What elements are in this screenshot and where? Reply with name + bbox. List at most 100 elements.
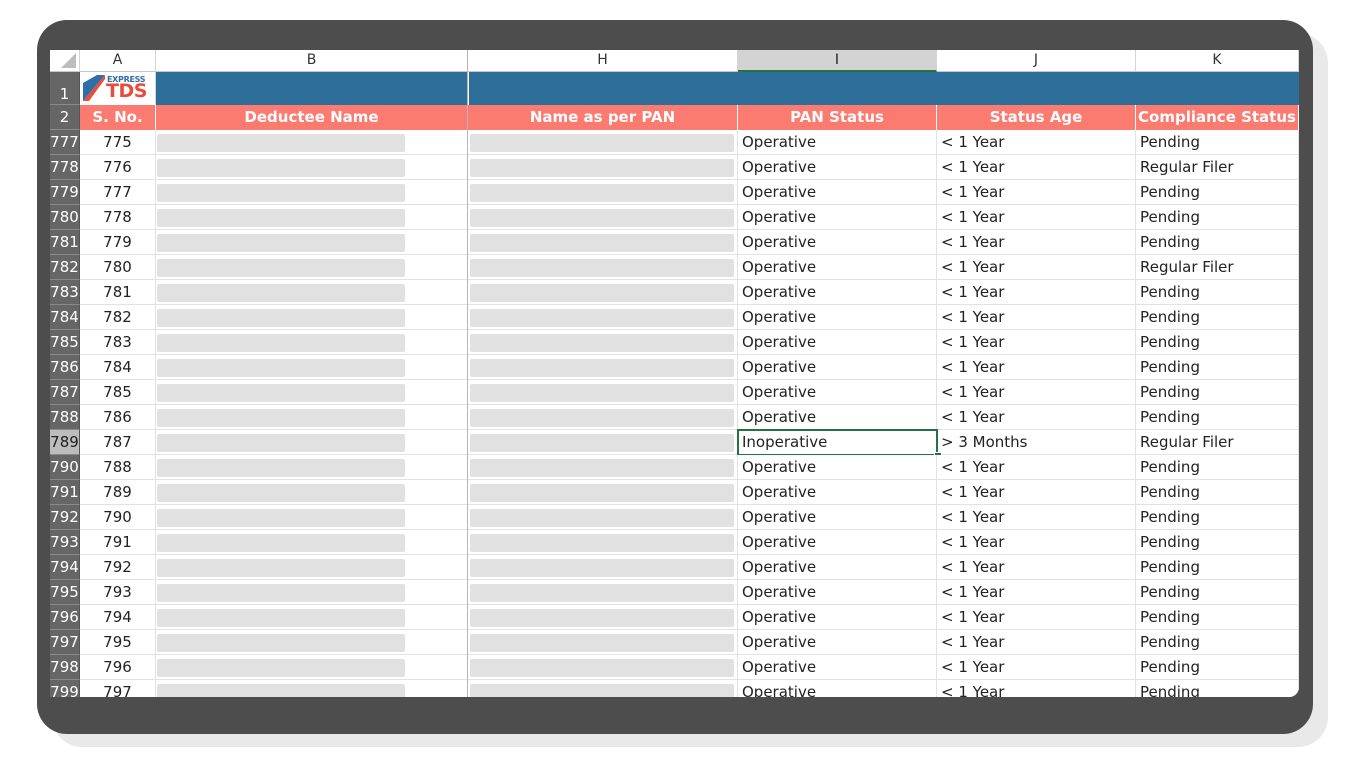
cell-pan-status[interactable]: Operative — [738, 530, 937, 555]
row-number[interactable]: 782 — [50, 255, 80, 280]
cell-compliance-status[interactable]: Pending — [1136, 605, 1299, 630]
cell-deductee-name-redacted[interactable] — [156, 330, 468, 355]
cell-compliance-status[interactable]: Pending — [1136, 130, 1299, 155]
cell-sno[interactable]: 776 — [80, 155, 156, 180]
logo-cell[interactable]: EXPRESS TDS — [80, 72, 156, 105]
cell-deductee-name-redacted[interactable] — [156, 380, 468, 405]
row-number[interactable]: 779 — [50, 180, 80, 205]
cell-pan-status[interactable]: Operative — [738, 480, 937, 505]
cell-status-age[interactable]: < 1 Year — [937, 380, 1136, 405]
active-cell-selection[interactable] — [737, 429, 938, 456]
title-band[interactable] — [156, 72, 468, 105]
cell-status-age[interactable]: < 1 Year — [937, 630, 1136, 655]
cell-status-age[interactable]: < 1 Year — [937, 280, 1136, 305]
cell-name-as-per-pan-redacted[interactable] — [468, 505, 738, 530]
cell-sno[interactable]: 787 — [80, 430, 156, 455]
cell-deductee-name-redacted[interactable] — [156, 230, 468, 255]
row-number[interactable]: 794 — [50, 555, 80, 580]
cell-name-as-per-pan-redacted[interactable] — [468, 130, 738, 155]
cell-status-age[interactable]: < 1 Year — [937, 680, 1136, 697]
cell-compliance-status[interactable]: Pending — [1136, 405, 1299, 430]
cell-deductee-name-redacted[interactable] — [156, 405, 468, 430]
column-title-h[interactable]: Name as per PAN — [468, 105, 738, 130]
column-title-i[interactable]: PAN Status — [738, 105, 937, 130]
cell-pan-status[interactable]: Operative — [738, 155, 937, 180]
row-number[interactable]: 798 — [50, 655, 80, 680]
cell-sno[interactable]: 782 — [80, 305, 156, 330]
cell-sno[interactable]: 791 — [80, 530, 156, 555]
cell-deductee-name-redacted[interactable] — [156, 305, 468, 330]
cell-pan-status[interactable]: Operative — [738, 280, 937, 305]
cell-compliance-status[interactable]: Pending — [1136, 330, 1299, 355]
cell-sno[interactable]: 788 — [80, 455, 156, 480]
row-number[interactable]: 781 — [50, 230, 80, 255]
cell-pan-status[interactable]: Operative — [738, 680, 937, 697]
cell-pan-status[interactable]: Operative — [738, 330, 937, 355]
cell-status-age[interactable]: < 1 Year — [937, 305, 1136, 330]
cell-sno[interactable]: 779 — [80, 230, 156, 255]
cell-deductee-name-redacted[interactable] — [156, 530, 468, 555]
cell-pan-status[interactable]: Operative — [738, 130, 937, 155]
cell-status-age[interactable]: < 1 Year — [937, 230, 1136, 255]
cell-sno[interactable]: 794 — [80, 605, 156, 630]
cell-status-age[interactable]: < 1 Year — [937, 655, 1136, 680]
row-number[interactable]: 777 — [50, 130, 80, 155]
cell-name-as-per-pan-redacted[interactable] — [468, 180, 738, 205]
column-header-a[interactable]: A — [80, 50, 156, 72]
cell-compliance-status[interactable]: Pending — [1136, 655, 1299, 680]
cell-compliance-status[interactable]: Pending — [1136, 205, 1299, 230]
cell-deductee-name-redacted[interactable] — [156, 655, 468, 680]
cell-deductee-name-redacted[interactable] — [156, 555, 468, 580]
cell-name-as-per-pan-redacted[interactable] — [468, 480, 738, 505]
cell-sno[interactable]: 795 — [80, 630, 156, 655]
cell-deductee-name-redacted[interactable] — [156, 130, 468, 155]
cell-pan-status[interactable]: Operative — [738, 605, 937, 630]
cell-compliance-status[interactable]: Pending — [1136, 355, 1299, 380]
cell-name-as-per-pan-redacted[interactable] — [468, 655, 738, 680]
row-number[interactable]: 1 — [50, 72, 80, 105]
row-number[interactable]: 788 — [50, 405, 80, 430]
cell-pan-status[interactable]: Operative — [738, 205, 937, 230]
cell-compliance-status[interactable]: Regular Filer — [1136, 430, 1299, 455]
row-number[interactable]: 784 — [50, 305, 80, 330]
column-header-i[interactable]: I — [738, 50, 937, 72]
cell-compliance-status[interactable]: Pending — [1136, 305, 1299, 330]
cell-status-age[interactable]: < 1 Year — [937, 180, 1136, 205]
row-number[interactable]: 793 — [50, 530, 80, 555]
cell-compliance-status[interactable]: Regular Filer — [1136, 155, 1299, 180]
cell-compliance-status[interactable]: Pending — [1136, 380, 1299, 405]
cell-status-age[interactable]: < 1 Year — [937, 330, 1136, 355]
cell-pan-status[interactable]: Operative — [738, 180, 937, 205]
row-number[interactable]: 799 — [50, 680, 80, 697]
cell-name-as-per-pan-redacted[interactable] — [468, 280, 738, 305]
cell-sno[interactable]: 777 — [80, 180, 156, 205]
column-title-b[interactable]: Deductee Name — [156, 105, 468, 130]
cell-deductee-name-redacted[interactable] — [156, 205, 468, 230]
row-number[interactable]: 787 — [50, 380, 80, 405]
cell-deductee-name-redacted[interactable] — [156, 180, 468, 205]
cell-deductee-name-redacted[interactable] — [156, 455, 468, 480]
cell-name-as-per-pan-redacted[interactable] — [468, 605, 738, 630]
column-title-j[interactable]: Status Age — [937, 105, 1136, 130]
select-all-corner[interactable] — [50, 50, 80, 72]
cell-sno[interactable]: 781 — [80, 280, 156, 305]
cell-compliance-status[interactable]: Pending — [1136, 680, 1299, 697]
cell-sno[interactable]: 775 — [80, 130, 156, 155]
cell-sno[interactable]: 783 — [80, 330, 156, 355]
cell-compliance-status[interactable]: Pending — [1136, 280, 1299, 305]
cell-name-as-per-pan-redacted[interactable] — [468, 305, 738, 330]
cell-name-as-per-pan-redacted[interactable] — [468, 355, 738, 380]
row-number[interactable]: 778 — [50, 155, 80, 180]
cell-status-age[interactable]: < 1 Year — [937, 130, 1136, 155]
cell-name-as-per-pan-redacted[interactable] — [468, 405, 738, 430]
column-header-j[interactable]: J — [937, 50, 1136, 72]
row-number[interactable]: 783 — [50, 280, 80, 305]
row-number[interactable]: 796 — [50, 605, 80, 630]
cell-deductee-name-redacted[interactable] — [156, 630, 468, 655]
cell-name-as-per-pan-redacted[interactable] — [468, 330, 738, 355]
cell-pan-status[interactable]: Operative — [738, 630, 937, 655]
cell-compliance-status[interactable]: Pending — [1136, 180, 1299, 205]
cell-compliance-status[interactable]: Pending — [1136, 480, 1299, 505]
spreadsheet-grid[interactable]: EXPRESS TDS A B H I J K 1 2 S. No. Deductee Name N… — [50, 50, 1299, 697]
cell-compliance-status[interactable]: Pending — [1136, 230, 1299, 255]
